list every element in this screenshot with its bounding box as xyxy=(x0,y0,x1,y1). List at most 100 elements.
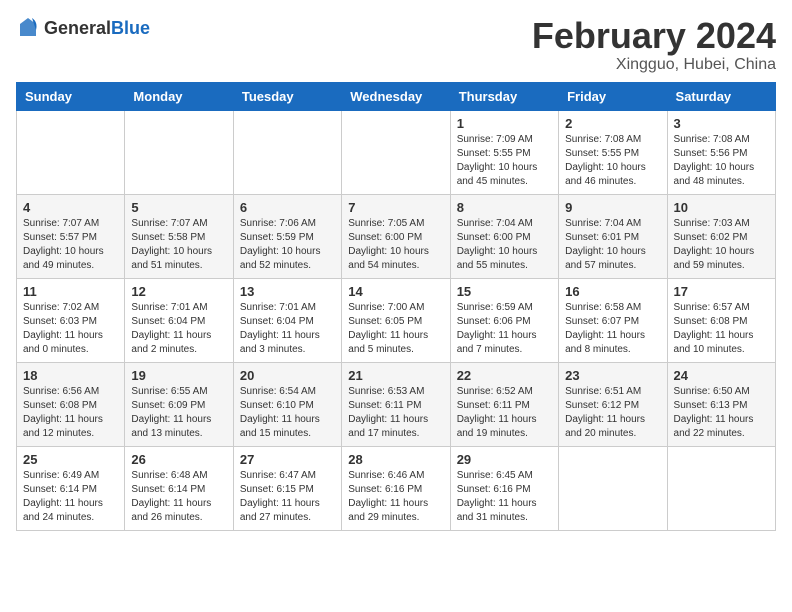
day-number: 9 xyxy=(565,200,660,215)
day-info: Sunrise: 7:04 AM Sunset: 6:00 PM Dayligh… xyxy=(457,217,552,273)
logo: GeneralBlue xyxy=(16,16,150,40)
day-number: 13 xyxy=(240,284,335,299)
day-info: Sunrise: 6:46 AM Sunset: 6:16 PM Dayligh… xyxy=(348,469,443,525)
calendar-cell xyxy=(559,446,667,530)
calendar-cell: 6Sunrise: 7:06 AM Sunset: 5:59 PM Daylig… xyxy=(233,194,341,278)
logo-text-blue: Blue xyxy=(111,18,150,38)
day-info: Sunrise: 6:57 AM Sunset: 6:08 PM Dayligh… xyxy=(674,301,769,357)
calendar-header-sunday: Sunday xyxy=(17,82,125,110)
day-info: Sunrise: 7:09 AM Sunset: 5:55 PM Dayligh… xyxy=(457,133,552,189)
calendar-cell: 11 Sunrise: 7:02 AM Sunset: 6:03 PM Dayli… xyxy=(17,278,125,362)
day-number: 26 xyxy=(131,452,226,467)
calendar-cell: 24 Sunrise: 6:50 AM Sunset: 6:13 PM Dayli… xyxy=(667,362,775,446)
day-info: Sunrise: 7:07 AM Sunset: 5:58 PM Dayligh… xyxy=(131,217,226,273)
day-info: Sunrise: 6:59 AM Sunset: 6:06 PM Dayligh… xyxy=(457,301,552,357)
calendar-cell: 16Sunrise: 6:58 AM Sunset: 6:07 PM Dayli… xyxy=(559,278,667,362)
day-info: Sunrise: 7:03 AM Sunset: 6:02 PM Dayligh… xyxy=(674,217,769,273)
day-info: Sunrise: 7:02 AM Sunset: 6:03 PM Dayligh… xyxy=(23,301,118,357)
calendar-cell: 13 Sunrise: 7:01 AM Sunset: 6:04 PM Dayli… xyxy=(233,278,341,362)
header: GeneralBlue February 2024 Xingguo, Hubei… xyxy=(16,16,776,74)
calendar-header-monday: Monday xyxy=(125,82,233,110)
day-number: 11 xyxy=(23,284,118,299)
day-number: 7 xyxy=(348,200,443,215)
day-info: Sunrise: 7:08 AM Sunset: 5:56 PM Dayligh… xyxy=(674,133,769,189)
day-info: Sunrise: 6:50 AM Sunset: 6:13 PM Dayligh… xyxy=(674,385,769,441)
day-number: 17 xyxy=(674,284,769,299)
subtitle: Xingguo, Hubei, China xyxy=(532,56,776,74)
calendar-cell: 2 Sunrise: 7:08 AM Sunset: 5:55 PM Daylig… xyxy=(559,110,667,194)
calendar-cell: 23Sunrise: 6:51 AM Sunset: 6:12 PM Dayli… xyxy=(559,362,667,446)
calendar-week-2: 11 Sunrise: 7:02 AM Sunset: 6:03 PM Dayli… xyxy=(17,278,776,362)
day-info: Sunrise: 6:56 AM Sunset: 6:08 PM Dayligh… xyxy=(23,385,118,441)
calendar-cell: 8Sunrise: 7:04 AM Sunset: 6:00 PM Daylig… xyxy=(450,194,558,278)
calendar-cell: 15 Sunrise: 6:59 AM Sunset: 6:06 PM Dayli… xyxy=(450,278,558,362)
day-number: 10 xyxy=(674,200,769,215)
day-info: Sunrise: 6:58 AM Sunset: 6:07 PM Dayligh… xyxy=(565,301,660,357)
calendar-header-saturday: Saturday xyxy=(667,82,775,110)
calendar-cell: 26 Sunrise: 6:48 AM Sunset: 6:14 PM Dayli… xyxy=(125,446,233,530)
calendar-cell xyxy=(342,110,450,194)
calendar-table: SundayMondayTuesdayWednesdayThursdayFrid… xyxy=(16,82,776,531)
calendar-cell: 9 Sunrise: 7:04 AM Sunset: 6:01 PM Daylig… xyxy=(559,194,667,278)
logo-icon xyxy=(16,16,40,40)
day-number: 14 xyxy=(348,284,443,299)
day-info: Sunrise: 7:01 AM Sunset: 6:04 PM Dayligh… xyxy=(131,301,226,357)
calendar-cell: 21Sunrise: 6:53 AM Sunset: 6:11 PM Dayli… xyxy=(342,362,450,446)
calendar-cell: 29Sunrise: 6:45 AM Sunset: 6:16 PM Dayli… xyxy=(450,446,558,530)
calendar-header-friday: Friday xyxy=(559,82,667,110)
day-number: 4 xyxy=(23,200,118,215)
calendar-cell: 28 Sunrise: 6:46 AM Sunset: 6:16 PM Dayli… xyxy=(342,446,450,530)
calendar-cell: 25 Sunrise: 6:49 AM Sunset: 6:14 PM Dayli… xyxy=(17,446,125,530)
calendar-week-0: 1 Sunrise: 7:09 AM Sunset: 5:55 PM Daylig… xyxy=(17,110,776,194)
calendar-cell: 18 Sunrise: 6:56 AM Sunset: 6:08 PM Dayli… xyxy=(17,362,125,446)
calendar-cell: 10 Sunrise: 7:03 AM Sunset: 6:02 PM Dayli… xyxy=(667,194,775,278)
calendar-cell: 19 Sunrise: 6:55 AM Sunset: 6:09 PM Dayli… xyxy=(125,362,233,446)
calendar-cell: 1 Sunrise: 7:09 AM Sunset: 5:55 PM Daylig… xyxy=(450,110,558,194)
calendar-header-row: SundayMondayTuesdayWednesdayThursdayFrid… xyxy=(17,82,776,110)
day-number: 2 xyxy=(565,116,660,131)
calendar-week-1: 4 Sunrise: 7:07 AM Sunset: 5:57 PM Daylig… xyxy=(17,194,776,278)
day-number: 24 xyxy=(674,368,769,383)
day-number: 25 xyxy=(23,452,118,467)
calendar-cell: 14 Sunrise: 7:00 AM Sunset: 6:05 PM Dayli… xyxy=(342,278,450,362)
calendar-header-thursday: Thursday xyxy=(450,82,558,110)
day-info: Sunrise: 7:07 AM Sunset: 5:57 PM Dayligh… xyxy=(23,217,118,273)
title-section: February 2024 Xingguo, Hubei, China xyxy=(532,16,776,74)
calendar-cell xyxy=(233,110,341,194)
day-number: 27 xyxy=(240,452,335,467)
day-info: Sunrise: 7:08 AM Sunset: 5:55 PM Dayligh… xyxy=(565,133,660,189)
day-info: Sunrise: 6:54 AM Sunset: 6:10 PM Dayligh… xyxy=(240,385,335,441)
calendar-cell: 27 Sunrise: 6:47 AM Sunset: 6:15 PM Dayli… xyxy=(233,446,341,530)
day-number: 19 xyxy=(131,368,226,383)
calendar-week-3: 18 Sunrise: 6:56 AM Sunset: 6:08 PM Dayli… xyxy=(17,362,776,446)
day-info: Sunrise: 6:53 AM Sunset: 6:11 PM Dayligh… xyxy=(348,385,443,441)
calendar-cell: 4 Sunrise: 7:07 AM Sunset: 5:57 PM Daylig… xyxy=(17,194,125,278)
day-info: Sunrise: 6:51 AM Sunset: 6:12 PM Dayligh… xyxy=(565,385,660,441)
day-info: Sunrise: 7:05 AM Sunset: 6:00 PM Dayligh… xyxy=(348,217,443,273)
main-title: February 2024 xyxy=(532,16,776,56)
calendar-cell xyxy=(17,110,125,194)
day-info: Sunrise: 7:04 AM Sunset: 6:01 PM Dayligh… xyxy=(565,217,660,273)
calendar-cell xyxy=(667,446,775,530)
calendar-cell: 20 Sunrise: 6:54 AM Sunset: 6:10 PM Dayli… xyxy=(233,362,341,446)
day-number: 3 xyxy=(674,116,769,131)
calendar-cell: 7 Sunrise: 7:05 AM Sunset: 6:00 PM Daylig… xyxy=(342,194,450,278)
calendar-cell: 12Sunrise: 7:01 AM Sunset: 6:04 PM Dayli… xyxy=(125,278,233,362)
day-info: Sunrise: 7:01 AM Sunset: 6:04 PM Dayligh… xyxy=(240,301,335,357)
day-number: 18 xyxy=(23,368,118,383)
day-info: Sunrise: 6:48 AM Sunset: 6:14 PM Dayligh… xyxy=(131,469,226,525)
calendar-week-4: 25 Sunrise: 6:49 AM Sunset: 6:14 PM Dayli… xyxy=(17,446,776,530)
day-number: 20 xyxy=(240,368,335,383)
day-info: Sunrise: 6:55 AM Sunset: 6:09 PM Dayligh… xyxy=(131,385,226,441)
day-number: 6 xyxy=(240,200,335,215)
day-info: Sunrise: 6:47 AM Sunset: 6:15 PM Dayligh… xyxy=(240,469,335,525)
calendar-cell: 22Sunrise: 6:52 AM Sunset: 6:11 PM Dayli… xyxy=(450,362,558,446)
calendar-header-tuesday: Tuesday xyxy=(233,82,341,110)
day-info: Sunrise: 6:49 AM Sunset: 6:14 PM Dayligh… xyxy=(23,469,118,525)
day-number: 28 xyxy=(348,452,443,467)
calendar-cell: 3 Sunrise: 7:08 AM Sunset: 5:56 PM Daylig… xyxy=(667,110,775,194)
day-info: Sunrise: 7:00 AM Sunset: 6:05 PM Dayligh… xyxy=(348,301,443,357)
day-number: 15 xyxy=(457,284,552,299)
logo-text-general: General xyxy=(44,18,111,38)
day-number: 1 xyxy=(457,116,552,131)
